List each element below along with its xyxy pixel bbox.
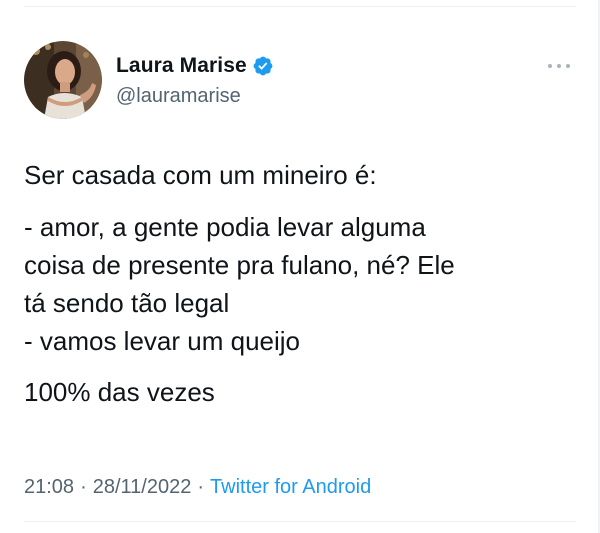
- more-horizontal-icon[interactable]: [546, 59, 572, 73]
- tweet-line: coisa de presente pra fulano, né? Ele: [24, 250, 455, 280]
- tweet-paragraph: 100% das vezes: [24, 373, 564, 411]
- tweet-paragraph: Ser casada com um mineiro é:: [24, 156, 564, 194]
- author-display-name[interactable]: Laura Marise: [116, 54, 247, 78]
- bottom-divider: [24, 521, 576, 522]
- meta-separator: ·: [197, 476, 205, 498]
- name-row: Laura Marise: [116, 53, 274, 79]
- tweet-paragraph: - amor, a gente podia levar alguma coisa…: [24, 208, 564, 360]
- verified-badge-icon: [252, 55, 274, 77]
- tweet-date[interactable]: 28/11/2022: [93, 476, 192, 498]
- tweet-time[interactable]: 21:08: [24, 476, 74, 498]
- tweet-metadata: 21:08 · 28/11/2022 · Twitter for Android: [24, 476, 371, 499]
- author-avatar[interactable]: [24, 41, 102, 119]
- tweet-line: 100% das vezes: [24, 377, 215, 407]
- avatar-image: [24, 41, 102, 119]
- tweet-text: Ser casada com um mineiro é: - amor, a g…: [24, 156, 564, 411]
- meta-separator: ·: [80, 476, 87, 498]
- tweet-line: - vamos levar um queijo: [24, 326, 300, 356]
- tweet-source-link[interactable]: Twitter for Android: [210, 476, 371, 498]
- author-block: Laura Marise @lauramarise: [116, 53, 274, 108]
- tweet-header: Laura Marise @lauramarise: [24, 41, 576, 121]
- author-handle[interactable]: @lauramarise: [116, 85, 274, 108]
- tweet-line: - amor, a gente podia levar alguma: [24, 212, 426, 242]
- tweet-line: Ser casada com um mineiro é:: [24, 160, 377, 190]
- top-divider: [24, 6, 576, 7]
- tweet-line: tá sendo tão legal: [24, 288, 230, 318]
